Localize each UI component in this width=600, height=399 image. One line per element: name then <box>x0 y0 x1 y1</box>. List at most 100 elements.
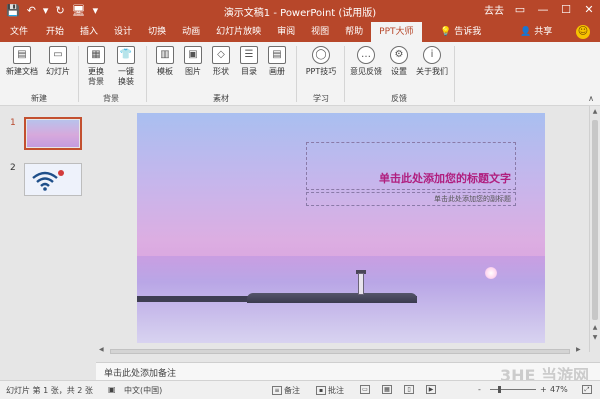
title-bar: 💾 ↶ ▾ ↻ 🖥 ▾ 演示文稿1 - PowerPoint (试用版) 去去 … <box>0 0 600 22</box>
slide-sorter-icon[interactable]: ▦ <box>382 385 394 394</box>
tab-slideshow[interactable]: 幻灯片放映 <box>208 22 269 42</box>
ribbon-tab-bar: 文件 开始 插入 设计 切换 动画 幻灯片放映 审阅 视图 帮助 PPT大师 💡… <box>0 22 600 42</box>
fit-slide-icon[interactable]: ⤢ <box>582 385 594 394</box>
one-click-restyle-button[interactable]: 👕 一键 换装 <box>112 46 140 87</box>
ppt-tips-button[interactable]: ◯ PPT技巧 <box>302 46 340 77</box>
album-button[interactable]: ▤ 画册 <box>264 46 290 77</box>
tab-ppt-master[interactable]: PPT大师 <box>371 22 422 42</box>
ribbon-separator <box>454 46 455 102</box>
vertical-scrollbar[interactable]: ▲ ▲ ▼ <box>589 106 600 352</box>
shape-icon: ◇ <box>212 46 230 64</box>
zoom-slider[interactable] <box>490 389 536 390</box>
share-button[interactable]: 👤 共享 <box>520 22 552 42</box>
ribbon-separator <box>296 46 297 102</box>
tab-file[interactable]: 文件 <box>0 22 38 42</box>
slide-count-status: 幻灯片 第 1 张，共 2 张 <box>6 386 93 395</box>
ribbon-separator <box>78 46 79 102</box>
toc-label: 目录 <box>241 67 257 76</box>
change-background-button[interactable]: ▦ 更换 背景 <box>82 46 110 87</box>
close-icon[interactable]: ✕ <box>582 3 596 16</box>
tab-insert[interactable]: 插入 <box>72 22 106 42</box>
picture-icon: ▣ <box>184 46 202 64</box>
collapse-ribbon-icon[interactable]: ∧ <box>588 94 594 103</box>
tab-view[interactable]: 视图 <box>303 22 337 42</box>
horizontal-scrollbar[interactable]: ◀ ▶ <box>96 346 588 356</box>
shape-button[interactable]: ◇ 形状 <box>208 46 234 77</box>
scroll-up-page-icon[interactable]: ▲ <box>590 324 600 331</box>
reading-view-icon[interactable]: ▯ <box>404 385 416 394</box>
slide-thumbnail-1[interactable] <box>24 117 82 150</box>
tell-me-box[interactable]: 💡 告诉我 <box>440 22 481 42</box>
scroll-left-icon[interactable]: ◀ <box>99 346 104 353</box>
user-name[interactable]: 去去 <box>484 2 504 17</box>
slide-thumbnail-2[interactable] <box>24 163 82 196</box>
vertical-scroll-thumb[interactable] <box>592 120 598 320</box>
tab-help[interactable]: 帮助 <box>337 22 371 42</box>
person-icon: 👤 <box>520 27 532 37</box>
table-of-contents-button[interactable]: ☰ 目录 <box>236 46 262 77</box>
scroll-up-icon[interactable]: ▲ <box>590 108 600 115</box>
scroll-right-icon[interactable]: ▶ <box>576 346 581 353</box>
group-material-label: 素材 <box>213 94 229 103</box>
chat-icon: … <box>357 46 375 64</box>
comments-toggle[interactable]: ▪ 批注 <box>316 385 344 396</box>
group-feedback-label: 反馈 <box>391 94 407 103</box>
subtitle-placeholder[interactable]: 单击此处添加您的副标题 <box>306 192 516 206</box>
tab-home[interactable]: 开始 <box>38 22 72 42</box>
title-placeholder[interactable]: 单击此处添加您的标题文字 <box>306 142 516 190</box>
minimize-icon[interactable]: — <box>536 3 550 16</box>
tab-transitions[interactable]: 切换 <box>140 22 174 42</box>
zoom-slider-thumb[interactable] <box>498 386 502 393</box>
template-icon: ▥ <box>156 46 174 64</box>
lightbulb-icon: 💡 <box>440 27 452 37</box>
document-icon: ▤ <box>13 46 31 64</box>
group-new-label: 新建 <box>31 94 47 103</box>
maximize-icon[interactable]: ☐ <box>559 3 573 16</box>
album-label: 画册 <box>269 67 285 76</box>
smiley-feedback-icon[interactable]: ☺ <box>576 25 590 39</box>
feedback-button[interactable]: … 意见反馈 <box>348 46 384 77</box>
slide-edit-area: 单击此处添加您的标题文字 单击此处添加您的副标题 ▲ ▲ ▼ ◀ ▶ <box>96 106 600 362</box>
ribbon-separator <box>344 46 345 102</box>
scroll-down-page-icon[interactable]: ▼ <box>590 334 600 341</box>
group-learn-label: 学习 <box>313 94 329 103</box>
wifi-icon <box>25 164 81 195</box>
notes-toggle[interactable]: ≡ 备注 <box>272 385 300 396</box>
title-placeholder-text: 单击此处添加您的标题文字 <box>379 172 511 185</box>
about-us-button[interactable]: i 关于我们 <box>414 46 450 77</box>
share-label: 共享 <box>534 27 553 37</box>
zoom-level[interactable]: 47% <box>550 385 568 394</box>
shape-label: 形状 <box>213 67 229 76</box>
thumbnail-number: 2 <box>10 163 16 173</box>
comment-icon: ▪ <box>316 386 326 395</box>
change-background-label: 更换 背景 <box>88 67 104 86</box>
language-status[interactable]: 中文(中国) <box>124 385 162 396</box>
template-button[interactable]: ▥ 模板 <box>152 46 178 77</box>
list-icon: ☰ <box>240 46 258 64</box>
tab-review[interactable]: 审阅 <box>269 22 303 42</box>
feedback-label: 意见反馈 <box>350 67 382 76</box>
tab-animations[interactable]: 动画 <box>174 22 208 42</box>
slide-background-sun <box>485 267 497 279</box>
horizontal-scroll-thumb[interactable] <box>110 349 570 354</box>
zoom-out-button[interactable]: - <box>478 385 481 394</box>
notes-toggle-label: 备注 <box>284 386 300 395</box>
template-label: 模板 <box>157 67 173 76</box>
slide-canvas[interactable]: 单击此处添加您的标题文字 单击此处添加您的副标题 <box>137 113 545 343</box>
info-icon: i <box>423 46 441 64</box>
settings-button[interactable]: ⚙ 设置 <box>386 46 412 77</box>
slide-background-breakwater <box>247 293 417 303</box>
slideshow-view-icon[interactable]: ▶ <box>426 385 438 394</box>
ribbon-separator <box>146 46 147 102</box>
spellcheck-icon[interactable]: ▣ <box>108 385 116 394</box>
normal-view-icon[interactable]: ▭ <box>360 385 372 394</box>
new-document-button[interactable]: ▤ 新建文档 <box>4 46 40 77</box>
tab-design[interactable]: 设计 <box>106 22 140 42</box>
picture-button[interactable]: ▣ 图片 <box>180 46 206 77</box>
zoom-in-button[interactable]: + <box>540 385 547 394</box>
slide-button[interactable]: ▭ 幻灯片 <box>42 46 74 77</box>
notes-icon: ≡ <box>272 386 282 395</box>
album-icon: ▤ <box>268 46 286 64</box>
subtitle-placeholder-text: 单击此处添加您的副标题 <box>434 195 511 203</box>
ribbon-display-icon[interactable]: ▭ <box>513 3 527 16</box>
